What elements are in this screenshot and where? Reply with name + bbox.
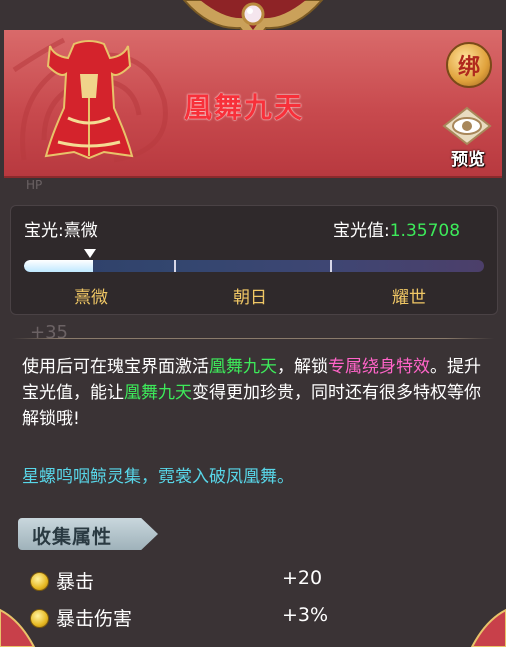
stat-value: +20 [282, 567, 323, 589]
stat-value: +3% [282, 604, 329, 626]
corner-ornament-icon [0, 608, 36, 647]
corner-ornament-icon [470, 608, 506, 647]
gold-coin-icon [30, 572, 49, 591]
section-divider [12, 338, 494, 339]
collect-attributes-header: 收集属性 [18, 518, 158, 550]
level-label-yaoshi: 耀世 [392, 288, 426, 308]
description-text: ，解锁 [277, 357, 328, 377]
bind-label: 绑 [457, 55, 480, 80]
progress-divider [330, 260, 332, 272]
background-faded-label: HP [26, 178, 43, 192]
stat-name: 暴击伤害 [56, 608, 133, 630]
baoguang-progress-fill [24, 260, 93, 272]
item-name: 凰舞九天 [184, 91, 305, 124]
description-highlight-effect: 专属绕身特效 [328, 357, 430, 377]
description-highlight-name: 凰舞九天 [209, 357, 277, 377]
progress-marker-icon [84, 249, 96, 258]
level-label-xiwei: 熹微 [74, 288, 108, 308]
background-faded-value: +35 [30, 322, 68, 343]
baoguang-value-row: 宝光值:1.35708 [333, 216, 460, 241]
item-poem: 星螺鸣咽鲸灵集，霓裳入破凤凰舞。 [22, 467, 294, 487]
baoguang-level-row: 宝光:熹微 [24, 216, 98, 241]
collect-attributes-title: 收集属性 [32, 526, 113, 548]
description-text: 使用后可在瑰宝界面激活 [22, 357, 209, 377]
bind-button[interactable]: 绑 [446, 42, 492, 88]
stat-name: 暴击 [56, 571, 95, 593]
item-description: 使用后可在瑰宝界面激活凰舞九天，解锁专属绕身特效。提升宝光值，能让凰舞九天变得更… [22, 354, 492, 432]
preview-label[interactable]: 预览 [442, 145, 494, 170]
baoguang-current-level: 熹微 [63, 221, 98, 241]
baoguang-value: 1.35708 [389, 221, 461, 241]
baoguang-value-label: 宝光值: [333, 221, 390, 241]
description-highlight-name: 凰舞九天 [124, 383, 192, 403]
progress-divider [174, 260, 176, 272]
level-label-zhaori: 朝日 [233, 288, 267, 308]
phoenix-dress-icon [44, 40, 134, 160]
baoguang-progress-bar [24, 260, 484, 272]
baoguang-label: 宝光: [24, 221, 64, 241]
